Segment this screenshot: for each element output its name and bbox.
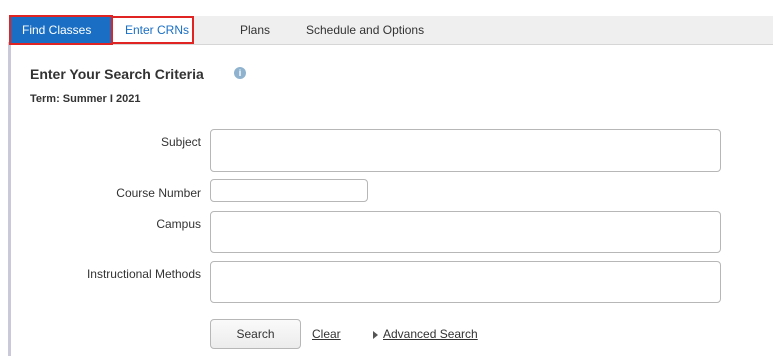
tab-enter-crns[interactable]: Enter CRNs [111, 16, 194, 44]
course-number-label: Course Number [116, 186, 201, 200]
instructional-methods-field[interactable] [210, 261, 721, 303]
advanced-search-link[interactable]: Advanced Search [383, 327, 478, 341]
subject-field[interactable] [210, 129, 721, 172]
tab-find-classes[interactable]: Find Classes [9, 15, 113, 45]
tab-bar: Find Classes Enter CRNs Plans Schedule a… [9, 15, 773, 45]
course-number-field[interactable] [210, 179, 368, 202]
search-page: Find Classes Enter CRNs Plans Schedule a… [0, 0, 773, 356]
instructional-methods-label: Instructional Methods [86, 267, 201, 281]
info-icon[interactable]: i [234, 67, 246, 79]
tab-schedule-and-options[interactable]: Schedule and Options [306, 16, 424, 44]
search-criteria-panel: Enter Your Search Criteria i Term: Summe… [11, 45, 773, 356]
campus-field[interactable] [210, 211, 721, 253]
campus-label: Campus [156, 217, 201, 231]
page-title: Enter Your Search Criteria [30, 66, 204, 82]
clear-link[interactable]: Clear [312, 327, 341, 341]
tab-plans[interactable]: Plans [240, 16, 270, 44]
term-label: Term: Summer I 2021 [30, 93, 141, 105]
caret-right-icon [373, 331, 378, 339]
subject-label: Subject [160, 135, 201, 149]
search-button[interactable]: Search [210, 319, 301, 349]
